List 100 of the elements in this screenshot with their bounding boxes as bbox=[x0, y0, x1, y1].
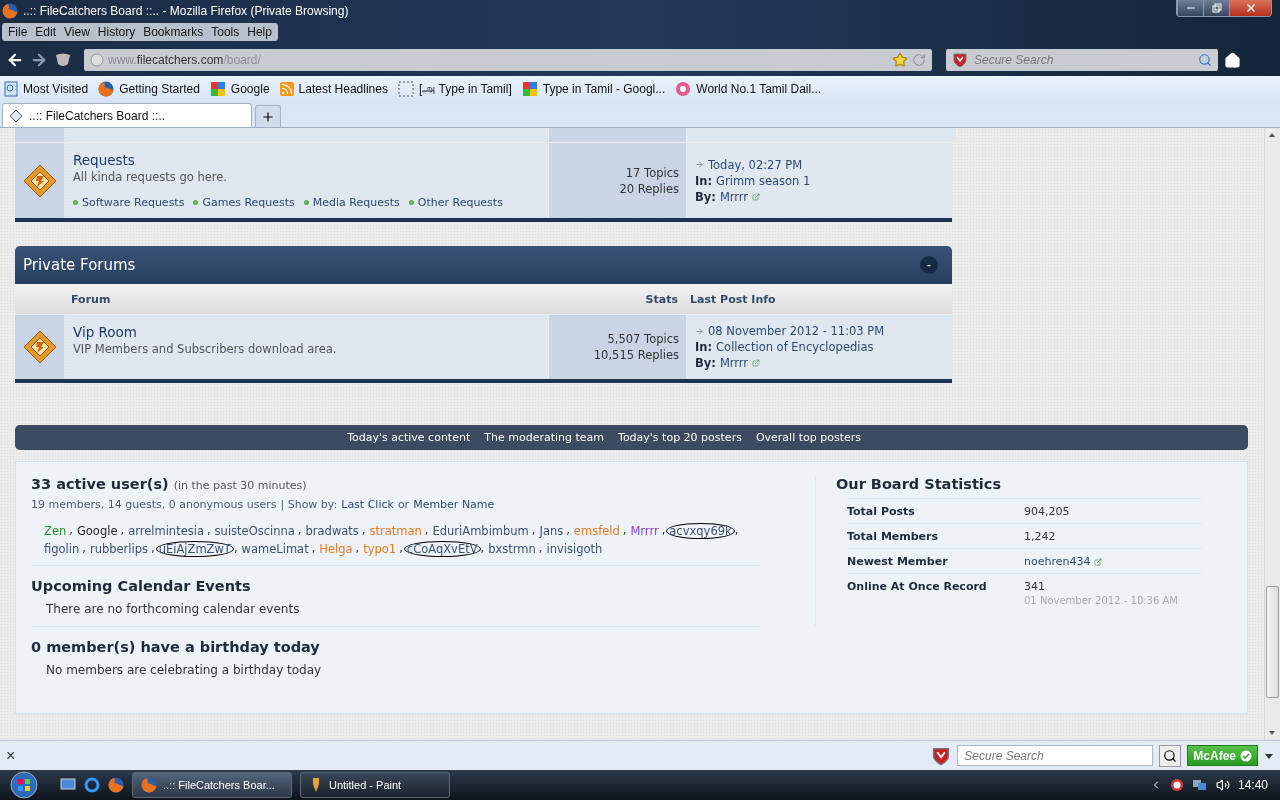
subforum-link[interactable]: Other Requests bbox=[408, 196, 503, 209]
menu-item[interactable]: History bbox=[93, 22, 140, 42]
member-link[interactable]: noehren434 bbox=[1024, 555, 1091, 568]
topic-link[interactable]: Grimm season 1 bbox=[716, 172, 811, 189]
comma: , bbox=[566, 523, 570, 539]
browser-tab[interactable]: ..:: FileCatchers Board ::.. bbox=[2, 103, 252, 127]
stats-heading: Our Board Statistics bbox=[836, 476, 1003, 492]
replies-count: 20 Replies bbox=[619, 180, 679, 197]
menu-item[interactable]: Edit bbox=[31, 22, 61, 42]
footer-link[interactable]: The moderating team bbox=[484, 431, 605, 444]
comma: , bbox=[531, 523, 536, 539]
forum-title-link[interactable]: Vip Room bbox=[73, 324, 540, 340]
sort-link[interactable]: Last Click bbox=[341, 498, 394, 511]
user-link[interactable]: Mrrrr bbox=[627, 523, 662, 539]
subforum-link[interactable]: Games Requests bbox=[193, 196, 295, 209]
taskbar-button[interactable]: Untitled - Paint bbox=[300, 772, 450, 798]
user-link[interactable]: invisigoth bbox=[543, 541, 606, 557]
scrollbar[interactable] bbox=[1264, 128, 1280, 740]
comma: , bbox=[120, 523, 125, 539]
secure-search-input[interactable]: Secure Search bbox=[962, 747, 1149, 764]
volume-icon[interactable] bbox=[1215, 778, 1230, 792]
user-link[interactable]: suisteOscinna bbox=[211, 523, 298, 539]
stat-label: Newest Member bbox=[847, 555, 949, 568]
collapse-button[interactable]: - bbox=[920, 256, 938, 274]
comma: , bbox=[399, 541, 403, 557]
bookmark-link[interactable]: Most Visited bbox=[4, 81, 89, 97]
comma: , bbox=[661, 523, 666, 539]
network-icon[interactable] bbox=[1191, 778, 1208, 792]
bookmark-link[interactable]: Type in Tamil - Googl... bbox=[521, 81, 666, 97]
column-header: Last Post Info bbox=[689, 292, 777, 306]
bookmark-link[interactable]: World No.1 Tamil Dail... bbox=[675, 81, 822, 97]
footer-link[interactable]: Today's active content bbox=[347, 431, 471, 444]
browser-logo-icon bbox=[141, 777, 157, 793]
topics-count: 17 Topics bbox=[625, 164, 679, 181]
alarm-clock-icon[interactable] bbox=[1169, 778, 1184, 792]
minimize-button[interactable] bbox=[1177, 0, 1203, 16]
author-link[interactable]: Mrrrr bbox=[719, 355, 749, 371]
forum-description: All kinda requests go here. bbox=[73, 170, 228, 184]
user-link[interactable]: wameLimat bbox=[238, 541, 312, 557]
by-label: By: bbox=[695, 355, 716, 371]
calendar-text: There are no forthcoming calendar events bbox=[46, 602, 301, 616]
bookmark-link[interactable]: Google bbox=[209, 81, 270, 97]
menu-item[interactable]: Bookmarks bbox=[139, 22, 208, 42]
scroll-thumb[interactable] bbox=[1266, 586, 1279, 698]
forum-title-link[interactable]: Requests bbox=[73, 152, 540, 168]
mask-icon[interactable] bbox=[54, 52, 72, 69]
bookmark-link[interactable]: Latest Headlines bbox=[279, 82, 388, 96]
internet-explorer-icon[interactable] bbox=[84, 777, 100, 793]
external-link-icon bbox=[752, 192, 761, 201]
search-button[interactable] bbox=[1159, 744, 1182, 767]
comma: , bbox=[480, 541, 485, 557]
address-field[interactable]: www.filecatchers.com/board/ bbox=[84, 49, 932, 72]
blank-page-icon bbox=[397, 81, 414, 97]
menu-item[interactable]: Help bbox=[243, 22, 276, 42]
search-field[interactable]: Secure Search bbox=[946, 49, 1218, 72]
last-post-date-link[interactable]: Today, 02:27 PM bbox=[708, 156, 803, 173]
browser-logo-icon bbox=[2, 2, 18, 19]
menu-item[interactable]: File bbox=[4, 22, 32, 42]
search-input[interactable]: Secure Search bbox=[972, 52, 1194, 69]
subforum-link[interactable]: Media Requests bbox=[303, 196, 400, 209]
restore-icon bbox=[1211, 3, 1222, 13]
users-summary: 19 members, 14 guests, 0 anonymous users bbox=[31, 498, 277, 511]
bookmark-link[interactable]: [அ Type in Tamil] bbox=[397, 81, 512, 97]
subforum-link[interactable]: Software Requests bbox=[73, 196, 185, 209]
show-by-label: | Show by: bbox=[280, 498, 338, 511]
user-link[interactable]: arrelmintesia bbox=[125, 523, 207, 539]
user-link[interactable]: figolin bbox=[41, 541, 83, 557]
browser-logo-icon bbox=[98, 81, 115, 97]
close-bar-button[interactable]: × bbox=[6, 746, 16, 765]
plus-icon bbox=[261, 109, 275, 124]
user-link[interactable]: Jans bbox=[536, 523, 567, 539]
desktop-icon[interactable] bbox=[60, 778, 76, 792]
google-icon bbox=[521, 81, 538, 97]
star-icon[interactable] bbox=[892, 52, 908, 69]
user-link[interactable]: rubberlips bbox=[86, 541, 152, 557]
stat-label: Total Posts bbox=[847, 505, 916, 518]
diamond-icon bbox=[9, 108, 23, 123]
user-link[interactable]: Google bbox=[73, 523, 121, 539]
user-link[interactable]: bradwats bbox=[302, 523, 362, 539]
home-button[interactable] bbox=[1224, 51, 1241, 69]
active-users-heading: 33 active user(s) (in the past 30 minutes) bbox=[31, 476, 308, 492]
user-link[interactable]: bxstrmn bbox=[485, 541, 539, 557]
footer-link[interactable]: Today's top 20 posters bbox=[618, 431, 742, 444]
footer-link[interactable]: Overall top posters bbox=[755, 431, 861, 444]
user-link[interactable]: EduriAmbimbum bbox=[429, 523, 532, 539]
bookmark-link[interactable]: Getting Started bbox=[98, 81, 200, 97]
new-tab-button[interactable] bbox=[255, 105, 281, 127]
menu-item[interactable]: Tools bbox=[207, 22, 244, 42]
menu-item[interactable]: View bbox=[60, 22, 94, 42]
close-button[interactable] bbox=[1229, 0, 1271, 16]
secure-search-field[interactable]: Secure Search bbox=[957, 745, 1154, 766]
user-link[interactable]: Zen bbox=[41, 523, 70, 539]
last-post-date-link[interactable]: 08 November 2012 - 11:03 PM bbox=[708, 323, 885, 339]
restore-button[interactable] bbox=[1203, 0, 1229, 16]
sort-link[interactable]: Member Name bbox=[413, 498, 495, 511]
category-title: Private Forums bbox=[23, 256, 136, 274]
clock: 14:40 bbox=[1237, 778, 1268, 792]
taskbar-button[interactable]: ..:: FileCatchers Boar... bbox=[132, 772, 292, 798]
author-link[interactable]: Mrrrr bbox=[719, 188, 749, 205]
topic-link[interactable]: Collection of Encyclopedias bbox=[716, 339, 874, 355]
